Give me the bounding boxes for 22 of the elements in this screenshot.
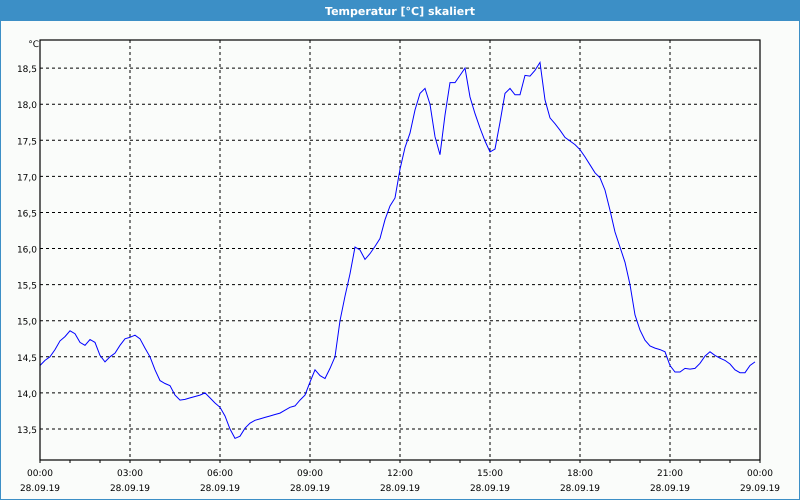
y-tick-label: 17,0 [16,173,37,184]
x-tick-label: 12:00 28.09.19 [380,469,420,494]
y-tick-label: 14,5 [16,354,37,364]
y-tick-label: 15,0 [16,318,37,328]
y-tick-label: 17,5 [16,137,37,148]
y-axis-unit: °C [28,40,39,50]
window-title: Temperatur [°C] skaliert [325,4,475,18]
x-tick-label: 18:00 28.09.19 [560,469,600,494]
y-tick-label: 15,5 [16,282,37,292]
y-tick-label: 16,0 [16,246,37,256]
x-tick-label: 15:00 28.09.19 [470,469,510,494]
y-tick-label: 18,0 [16,101,37,112]
x-tick-label: 00:00 28.09.19 [20,469,60,494]
x-tick-label: 03:00 28.09.19 [110,469,150,494]
x-tick-label: 06:00 28.09.19 [200,469,240,494]
y-tick-label: 18,5 [16,65,37,76]
x-tick-label: 00:00 29.09.19 [740,469,780,494]
x-tick-label: 09:00 28.09.19 [290,469,330,494]
y-tick-label: 14,0 [16,390,37,400]
x-tick-label: 21:00 28.09.19 [650,469,690,494]
y-tick-label: 13,5 [16,426,37,436]
y-tick-label: 16,5 [16,209,37,220]
